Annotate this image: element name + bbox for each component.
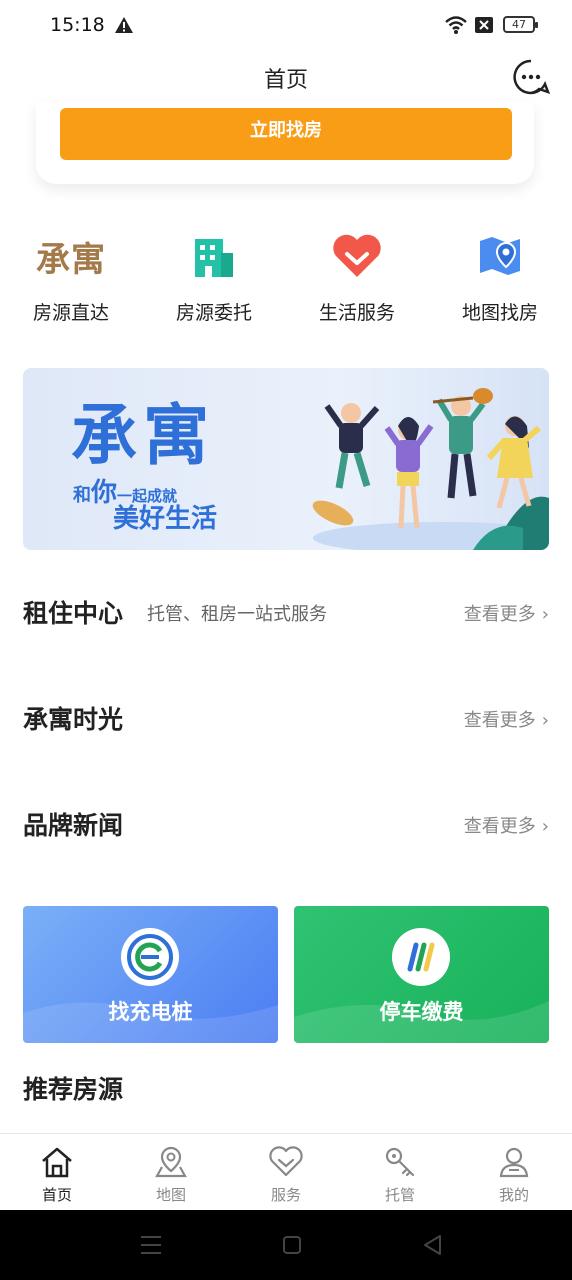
tab-service[interactable]: 服务 xyxy=(229,1144,343,1205)
section-title: 承寓时光 xyxy=(23,705,124,734)
tab-mine[interactable]: 我的 xyxy=(457,1144,571,1205)
person-1 xyxy=(324,403,380,489)
heart-icon xyxy=(302,226,412,286)
map-icon xyxy=(114,1144,228,1180)
view-more-link[interactable]: 查看更多 › xyxy=(464,600,549,626)
wifi-icon xyxy=(444,15,468,39)
quick-link-label: 房源委托 xyxy=(175,302,252,324)
view-more-label: 查看更多 xyxy=(463,710,536,731)
tab-label: 服务 xyxy=(270,1186,301,1204)
no-sim-icon xyxy=(474,16,494,38)
key-icon xyxy=(343,1144,457,1180)
parking-pay-icon xyxy=(392,928,450,986)
ev-charger-card[interactable]: 找充电桩 xyxy=(23,906,278,1043)
home-square-icon[interactable] xyxy=(282,1235,302,1255)
quick-link-direct[interactable]: 承寓 房源直达 xyxy=(16,226,126,325)
tab-label: 我的 xyxy=(498,1186,529,1204)
quick-links: 承寓 房源直达 房源委托 生活服务 地图找房 xyxy=(0,226,572,336)
battery-icon: 47 xyxy=(503,16,538,33)
warning-icon xyxy=(114,16,134,38)
service-label: 找充电桩 xyxy=(108,1000,193,1024)
parking-pay-card[interactable]: 停车缴费 xyxy=(294,906,549,1043)
chevron-right-icon: › xyxy=(541,816,549,837)
view-more-label: 查看更多 xyxy=(463,816,536,837)
home-icon xyxy=(0,1144,114,1180)
quick-link-life-service[interactable]: 生活服务 xyxy=(302,226,412,325)
brand-logo-icon: 承寓 xyxy=(16,226,126,286)
quick-link-entrust[interactable]: 房源委托 xyxy=(159,226,269,325)
chevron-right-icon: › xyxy=(541,604,549,625)
ev-charger-icon xyxy=(121,928,179,986)
person-4 xyxy=(486,416,541,509)
back-triangle-icon[interactable] xyxy=(422,1234,442,1256)
tab-home[interactable]: 首页 xyxy=(0,1144,114,1205)
user-icon xyxy=(457,1144,571,1180)
message-icon[interactable] xyxy=(512,58,551,100)
banner-illustration xyxy=(312,388,549,550)
system-nav-bar xyxy=(0,1210,572,1280)
section-chengyu-moments: 承寓时光 查看更多 › xyxy=(23,696,549,736)
banner-tagline-prefix: 和 xyxy=(73,485,91,506)
brand-logo-text: 承寓 xyxy=(36,239,106,280)
top-nav-bar: 首页 xyxy=(0,52,572,102)
tab-label: 托管 xyxy=(384,1186,415,1204)
section-brand-news: 品牌新闻 查看更多 › xyxy=(23,802,549,842)
status-time: 15:18 xyxy=(50,14,105,36)
banner-tagline-2: 美好生活 xyxy=(113,504,218,534)
building-icon xyxy=(159,226,269,286)
quick-link-label: 地图找房 xyxy=(461,302,538,324)
view-more-link[interactable]: 查看更多 › xyxy=(464,812,549,838)
page-title: 首页 xyxy=(263,68,308,93)
section-title: 租住中心 xyxy=(23,599,124,628)
section-title: 品牌新闻 xyxy=(23,811,124,840)
quick-link-map-search[interactable]: 地图找房 xyxy=(445,226,555,325)
quick-link-label: 生活服务 xyxy=(318,302,395,324)
chevron-right-icon: › xyxy=(541,710,549,731)
bottom-tab-bar: 首页 地图 服务 托管 我的 xyxy=(0,1133,572,1210)
service-label: 停车缴费 xyxy=(379,1000,464,1024)
person-2 xyxy=(384,417,434,529)
tab-entrust[interactable]: 托管 xyxy=(343,1144,457,1205)
status-bar: 15:18 47 xyxy=(0,0,572,52)
promo-banner[interactable]: 承寓 和你一起成就 美好生活 xyxy=(23,368,549,550)
person-3 xyxy=(432,388,493,499)
menu-icon[interactable] xyxy=(140,1235,162,1255)
heart-outline-icon xyxy=(229,1144,343,1180)
section-rental-center: 租住中心 托管、租房一站式服务 查看更多 › xyxy=(23,590,549,630)
recommended-title: 推荐房源 xyxy=(23,1075,124,1104)
find-house-button[interactable]: 立即找房 xyxy=(60,108,512,160)
section-subtitle: 托管、租房一站式服务 xyxy=(147,604,327,625)
banner-brand: 承寓 xyxy=(71,396,215,474)
tab-label: 首页 xyxy=(41,1186,72,1204)
tab-map[interactable]: 地图 xyxy=(114,1144,228,1205)
quick-link-label: 房源直达 xyxy=(32,302,109,324)
map-pin-icon xyxy=(445,226,555,286)
view-more-link[interactable]: 查看更多 › xyxy=(464,706,549,732)
tab-label: 地图 xyxy=(155,1186,186,1204)
view-more-label: 查看更多 xyxy=(463,604,536,625)
